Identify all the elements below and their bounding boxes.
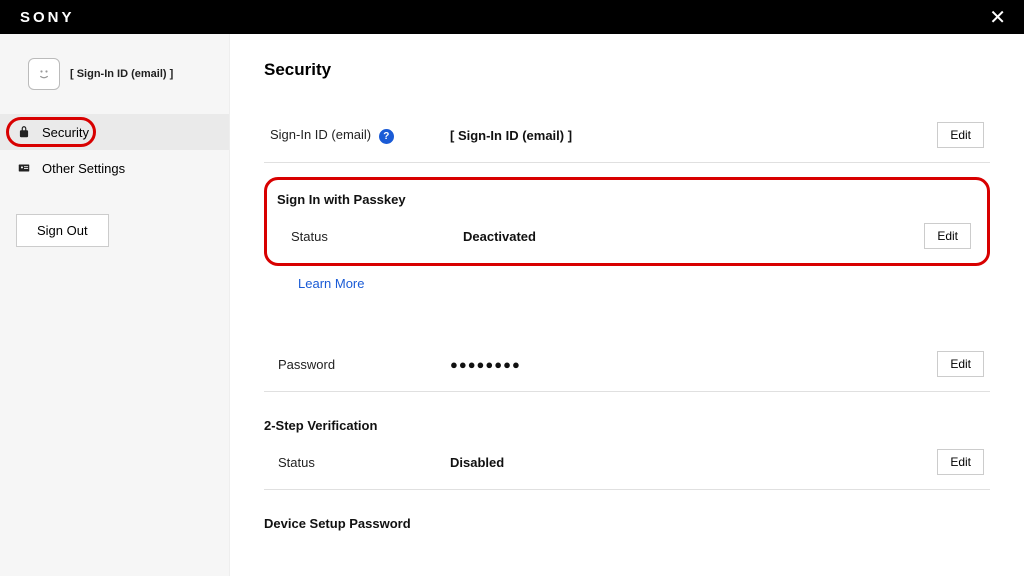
sidebar-item-other-settings[interactable]: Other Settings	[0, 150, 229, 186]
edit-passkey-button[interactable]: Edit	[924, 223, 971, 249]
id-card-icon	[16, 160, 32, 176]
passkey-status-row: Status Deactivated Edit	[277, 211, 977, 261]
close-icon[interactable]: ✕	[989, 5, 1006, 30]
sidebar-item-label: Security	[42, 125, 89, 140]
sidebar-item-security[interactable]: Security	[0, 114, 229, 150]
sign-out-button[interactable]: Sign Out	[16, 214, 109, 247]
sidebar-item-label: Other Settings	[42, 161, 125, 176]
edit-password-button[interactable]: Edit	[937, 351, 984, 377]
profile-block: [ Sign-In ID (email) ]	[0, 58, 229, 114]
signin-id-value: [ Sign-In ID (email) ]	[450, 128, 924, 143]
edit-signin-id-button[interactable]: Edit	[937, 122, 984, 148]
twostep-status-label: Status	[270, 455, 450, 470]
help-icon[interactable]: ?	[379, 129, 394, 144]
brand-logo: SONY	[20, 9, 75, 26]
main-content: Security Sign-In ID (email) ? [ Sign-In …	[230, 34, 1024, 576]
sidebar: [ Sign-In ID (email) ] Security Other Se…	[0, 34, 230, 576]
signin-id-row: Sign-In ID (email) ? [ Sign-In ID (email…	[264, 110, 990, 163]
lock-icon	[16, 124, 32, 140]
avatar	[28, 58, 60, 90]
smiley-icon	[34, 64, 54, 84]
device-setup-section-title: Device Setup Password	[264, 516, 990, 531]
edit-twostep-button[interactable]: Edit	[937, 449, 984, 475]
password-value: ●●●●●●●●	[450, 357, 924, 372]
page-title: Security	[264, 60, 990, 80]
passkey-status-label: Status	[283, 229, 463, 244]
app-header: SONY ✕	[0, 0, 1024, 34]
password-label: Password	[270, 357, 450, 372]
profile-label: [ Sign-In ID (email) ]	[70, 68, 173, 80]
passkey-section-highlighted: Sign In with Passkey Status Deactivated …	[264, 177, 990, 266]
twostep-status-value: Disabled	[450, 455, 924, 470]
passkey-section-title: Sign In with Passkey	[277, 192, 977, 207]
passkey-status-value: Deactivated	[463, 229, 911, 244]
twostep-status-row: Status Disabled Edit	[264, 437, 990, 490]
password-row: Password ●●●●●●●● Edit	[264, 339, 990, 392]
learn-more-link[interactable]: Learn More	[298, 276, 364, 291]
signin-id-label: Sign-In ID (email) ?	[270, 127, 450, 144]
twostep-section-title: 2-Step Verification	[264, 418, 990, 433]
